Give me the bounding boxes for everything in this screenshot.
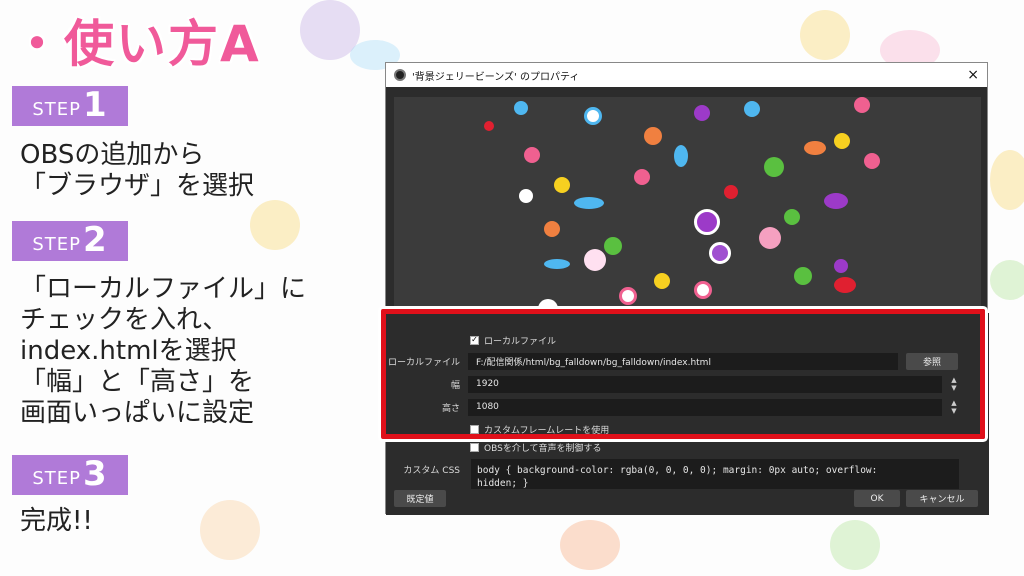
candy-icon bbox=[834, 133, 850, 149]
candy-icon bbox=[834, 259, 848, 273]
step-label: STEP bbox=[32, 468, 81, 489]
candy-icon bbox=[864, 153, 880, 169]
candy-icon bbox=[744, 101, 760, 117]
step-3-badge: STEP 3 bbox=[12, 455, 128, 495]
candy-icon bbox=[544, 221, 560, 237]
background-candy bbox=[250, 200, 300, 250]
candy-icon bbox=[694, 209, 720, 235]
window-titlebar: '背景ジェリービーンズ' のプロパティ × bbox=[386, 63, 987, 87]
candy-icon bbox=[514, 101, 528, 115]
obs-audio-row: OBSを介して音声を制御する bbox=[386, 437, 989, 457]
candy-icon bbox=[544, 259, 570, 269]
background-candy bbox=[830, 520, 880, 570]
candy-icon bbox=[644, 127, 662, 145]
step-1-badge: STEP 1 bbox=[12, 86, 128, 126]
custom-css-textarea[interactable]: body { background-color: rgba(0, 0, 0, 0… bbox=[471, 459, 959, 489]
candy-icon bbox=[554, 177, 570, 193]
step-label: STEP bbox=[32, 99, 81, 120]
step-label: STEP bbox=[32, 234, 81, 255]
step-number: 1 bbox=[82, 85, 108, 125]
checkbox-unchecked-icon bbox=[470, 442, 479, 452]
step-2-text: 「ローカルファイル」に チェックを入れ、 index.htmlを選択 「幅」と「… bbox=[20, 274, 307, 428]
cancel-button[interactable]: キャンセル bbox=[906, 490, 978, 507]
background-candy bbox=[990, 260, 1024, 300]
step-number: 2 bbox=[82, 220, 108, 260]
ok-button[interactable]: OK bbox=[854, 490, 900, 507]
candy-icon bbox=[619, 287, 637, 305]
candy-icon bbox=[724, 185, 738, 199]
slide-title: ・使い方A bbox=[12, 15, 261, 73]
candy-icon bbox=[519, 189, 533, 203]
candy-icon bbox=[784, 209, 800, 225]
candy-icon bbox=[794, 267, 812, 285]
candy-icon bbox=[834, 277, 856, 293]
candy-icon bbox=[634, 169, 650, 185]
background-candy bbox=[990, 150, 1024, 210]
candy-icon bbox=[674, 145, 688, 167]
candy-icon bbox=[804, 141, 826, 155]
candy-icon bbox=[584, 107, 602, 125]
highlight-frame bbox=[381, 309, 985, 439]
step-3-text: 完成!! bbox=[20, 506, 93, 536]
candy-icon bbox=[694, 105, 710, 121]
candy-icon bbox=[694, 281, 712, 299]
candy-icon bbox=[484, 121, 494, 131]
step-1-text: OBSの追加から 「ブラウザ」を選択 bbox=[20, 140, 255, 201]
defaults-button[interactable]: 既定値 bbox=[394, 490, 446, 507]
candy-icon bbox=[764, 157, 784, 177]
obs-audio-label: OBSを介して音声を制御する bbox=[484, 443, 602, 454]
candy-icon bbox=[709, 242, 731, 264]
obs-logo-icon bbox=[394, 69, 406, 81]
obs-properties-window: '背景ジェリービーンズ' のプロパティ × ✓ ローカルファイル ローカルファイ… bbox=[385, 62, 989, 515]
candy-icon bbox=[824, 193, 848, 209]
window-title: '背景ジェリービーンズ' のプロパティ bbox=[412, 71, 580, 83]
candy-icon bbox=[654, 273, 670, 289]
candy-icon bbox=[604, 237, 622, 255]
candy-icon bbox=[574, 197, 604, 209]
close-icon[interactable]: × bbox=[967, 67, 979, 83]
step-2-badge: STEP 2 bbox=[12, 221, 128, 261]
background-candy bbox=[200, 500, 260, 560]
obs-audio-checkbox[interactable]: OBSを介して音声を制御する bbox=[470, 441, 602, 454]
custom-css-label: カスタム CSS bbox=[403, 465, 460, 476]
step-number: 3 bbox=[82, 454, 108, 494]
candy-icon bbox=[524, 147, 540, 163]
candy-icon bbox=[854, 97, 870, 113]
candy-icon bbox=[538, 299, 558, 309]
candy-icon bbox=[759, 227, 781, 249]
background-candy bbox=[800, 10, 850, 60]
background-candy bbox=[560, 520, 620, 570]
browser-source-preview bbox=[394, 97, 981, 309]
candy-icon bbox=[584, 249, 606, 271]
